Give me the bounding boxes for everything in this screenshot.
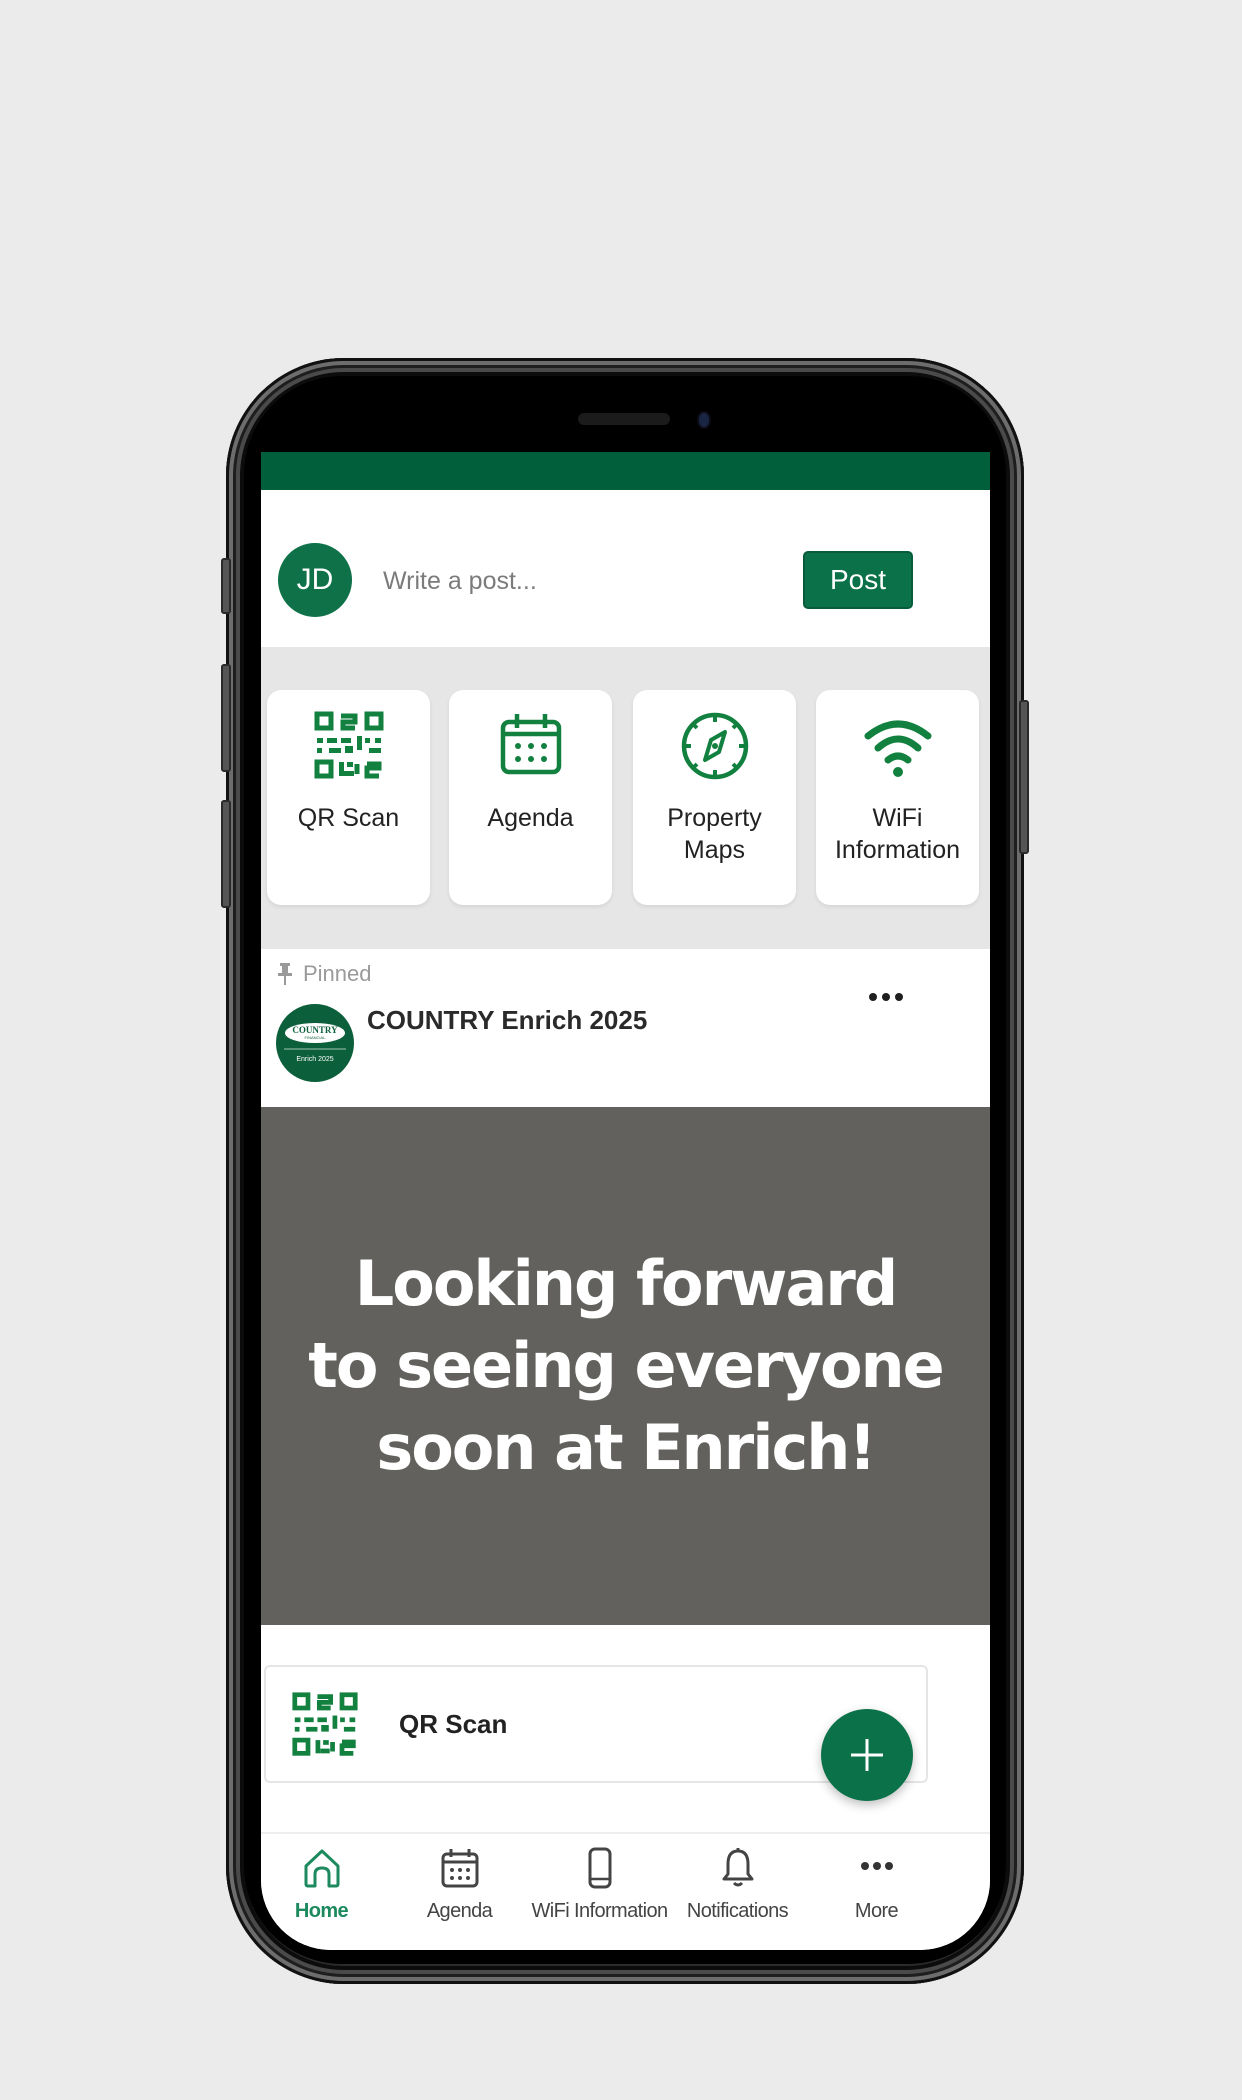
status-header-bar (261, 452, 990, 490)
list-item-label: QR Scan (399, 1709, 508, 1739)
calendar-icon (441, 1849, 478, 1888)
post-body-text: Looking forward to seeing everyone soon … (308, 1247, 944, 1484)
quick-actions: QR Scan Agenda Property Maps WiFi Inform… (261, 647, 990, 949)
more-icon (860, 1862, 893, 1870)
phone-icon (588, 1847, 611, 1889)
post-image[interactable]: Looking forward to seeing everyone soon … (261, 1107, 990, 1625)
volume-down-button (221, 800, 231, 908)
add-fab-button[interactable] (821, 1709, 913, 1801)
tile-qr-scan[interactable]: QR Scan (267, 690, 430, 905)
logo-text-bottom: Enrich 2025 (296, 1056, 333, 1063)
user-avatar[interactable]: JD (278, 543, 352, 617)
pin-icon (278, 963, 292, 985)
tile-label: QR Scan (297, 804, 400, 832)
tab-notifications[interactable]: Notifications (665, 1840, 810, 1940)
qr-code-icon (314, 711, 383, 779)
tile-agenda[interactable]: Agenda (449, 690, 612, 905)
tab-label: Agenda (426, 1900, 493, 1922)
compass-icon (681, 712, 748, 780)
home-icon (304, 1849, 339, 1888)
power-button (1019, 700, 1029, 854)
tile-wifi-information[interactable]: WiFi Information (816, 690, 979, 905)
qr-code-icon (292, 1692, 358, 1756)
tab-wifi-information[interactable]: WiFi Information (527, 1840, 672, 1940)
tab-more[interactable]: More (804, 1840, 949, 1940)
write-post-input[interactable] (381, 562, 785, 600)
tab-label: WiFi Information (531, 1900, 669, 1922)
volume-up-button (221, 664, 231, 772)
tile-label: Property Maps (667, 804, 762, 864)
pinned-indicator: Pinned (277, 961, 372, 987)
tile-label: Agenda (487, 804, 574, 832)
logo-text-sub: FINANCIAL (305, 1035, 327, 1040)
post-options-icon[interactable] (866, 985, 906, 1009)
post-button-label: Post (829, 564, 887, 595)
bottom-tab-bar: Home Agenda WiFi Information Notificatio… (261, 1832, 990, 1950)
wifi-icon (864, 720, 931, 777)
tab-agenda[interactable]: Agenda (387, 1840, 532, 1940)
tab-label: Notifications (686, 1900, 789, 1922)
front-camera (697, 411, 711, 429)
avatar-initials: JD (296, 563, 334, 596)
tile-property-maps[interactable]: Property Maps (633, 690, 796, 905)
pinned-post-header: Pinned COUNTRY FINANCIAL Enrich 2025 COU… (261, 949, 990, 1107)
post-button[interactable]: Post (803, 551, 913, 609)
tab-home[interactable]: Home (261, 1840, 394, 1940)
app-screen: JD Post QR Scan (261, 452, 990, 1950)
tab-label: More (854, 1900, 899, 1922)
plus-icon (851, 1739, 883, 1771)
bell-icon (722, 1848, 753, 1887)
logo-text-top: COUNTRY (292, 1025, 338, 1035)
tab-label: Home (294, 1900, 349, 1922)
post-composer: JD Post (261, 490, 990, 647)
org-logo[interactable]: COUNTRY FINANCIAL Enrich 2025 (276, 1004, 354, 1082)
org-name[interactable]: COUNTRY Enrich 2025 (367, 1005, 647, 1036)
earpiece-speaker (578, 413, 670, 425)
silent-switch (221, 558, 231, 614)
calendar-icon (500, 714, 561, 775)
tile-label: WiFi Information (834, 804, 961, 864)
pinned-label: Pinned (303, 961, 372, 986)
